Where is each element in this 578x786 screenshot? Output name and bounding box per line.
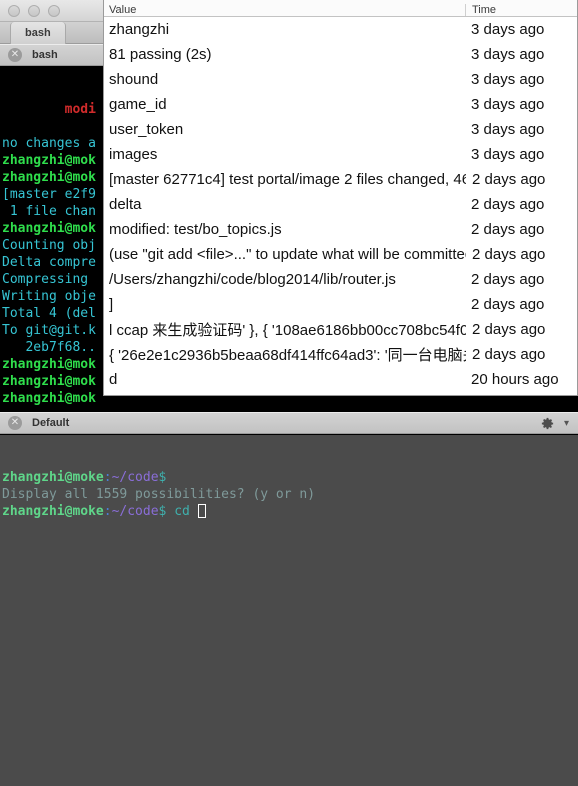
popup-row-value: [master 62771c4] test portal/image 2 fil… bbox=[109, 171, 466, 188]
popup-row-time: 3 days ago bbox=[471, 71, 545, 88]
prompt-colon: : bbox=[103, 470, 112, 485]
prompt-user: zhangzhi@moke bbox=[2, 470, 104, 485]
popup-row-value: images bbox=[109, 146, 158, 163]
popup-row-time: 2 days ago bbox=[471, 296, 545, 313]
close-icon[interactable]: ✕ bbox=[8, 48, 22, 62]
terminal-text: 1 file chan bbox=[2, 204, 96, 219]
popup-column-headers: Value Time bbox=[104, 0, 577, 17]
popup-row[interactable]: root@AY140122145815620396Z1 hour ago bbox=[104, 392, 577, 395]
popup-row-time: 2 days ago bbox=[471, 221, 545, 238]
popup-row-value: user_token bbox=[109, 121, 184, 138]
terminal-text: zhangzhi@mok bbox=[2, 153, 96, 168]
popup-row-value: l ccap 来生成验证码' }, { '108ae6186bb00cc708b… bbox=[109, 322, 466, 339]
close-window-button[interactable] bbox=[8, 5, 20, 17]
window-controls bbox=[8, 5, 60, 17]
popup-row-value: modified: test/bo_topics.js bbox=[109, 221, 282, 238]
terminal-text: 2eb7f68.. bbox=[2, 340, 96, 355]
popup-row-value: ] bbox=[109, 296, 114, 313]
prompt-path: ~/code bbox=[111, 504, 159, 519]
terminal-text: Display all 1559 possibilities? (y or n) bbox=[2, 487, 316, 502]
bottom-pane-title: Default bbox=[32, 417, 70, 429]
terminal-text: zhangzhi@mok bbox=[2, 374, 96, 389]
popup-row-time: 2 days ago bbox=[472, 321, 546, 338]
prompt-dollar: $ bbox=[158, 470, 167, 485]
popup-row-time: 3 days ago bbox=[471, 46, 545, 63]
column-header-value[interactable]: Value bbox=[104, 4, 465, 16]
popup-row[interactable]: zhangzhi 3 days ago bbox=[104, 17, 577, 42]
popup-row[interactable]: /Users/zhangzhi/code/blog2014/lib/router… bbox=[104, 267, 577, 292]
tab-bash-label: bash bbox=[25, 27, 51, 39]
terminal-text: modi bbox=[64, 102, 96, 117]
popup-row-value: (use "git add <file>..." to update what … bbox=[109, 246, 466, 263]
terminal-bottom-output: zhangzhi@moke:~/code$ Display all 1559 po… bbox=[0, 469, 578, 520]
terminal-text: To git@git.k bbox=[2, 323, 96, 338]
tab-bash[interactable]: bash bbox=[10, 22, 66, 44]
popup-row[interactable]: user_token 3 days ago bbox=[104, 117, 577, 142]
popup-row-time: 20 hours ago bbox=[471, 371, 559, 388]
popup-row-value: { '26e2e1c2936b5beaa68df414ffc64ad3': '同… bbox=[109, 347, 466, 364]
terminal-text: zhangzhi@mok bbox=[2, 357, 96, 372]
terminal-text: zhangzhi@mok bbox=[2, 170, 96, 185]
popup-row[interactable]: images 3 days ago bbox=[104, 142, 577, 167]
top-pane-title: bash bbox=[32, 49, 58, 61]
popup-row-value: shound bbox=[109, 71, 159, 88]
terminal-text: Writing obje bbox=[2, 289, 96, 304]
popup-row-time: 3 days ago bbox=[471, 121, 545, 138]
popup-row-time: 2 days ago bbox=[471, 196, 545, 213]
terminal-text: Total 4 (del bbox=[2, 306, 96, 321]
terminal-text: Compressing bbox=[2, 272, 96, 287]
prompt-user: zhangzhi@moke bbox=[2, 504, 104, 519]
history-popup[interactable]: Value Time zhangzhi 3 days ago 81 passing … bbox=[103, 0, 578, 396]
zoom-window-button[interactable] bbox=[48, 5, 60, 17]
prompt-command: cd bbox=[166, 504, 198, 519]
popup-row[interactable]: { '26e2e1c2936b5beaa68df414ffc64ad3': '同… bbox=[104, 342, 577, 367]
popup-row[interactable]: ] 2 days ago bbox=[104, 292, 577, 317]
popup-row-value: 81 passing (2s) bbox=[109, 46, 212, 63]
popup-row[interactable]: modified: test/bo_topics.js 2 days ago bbox=[104, 217, 577, 242]
terminal-output-line: zhangzhi@moke:~/code$ cd bbox=[0, 503, 578, 520]
minimize-window-button[interactable] bbox=[28, 5, 40, 17]
terminal-cursor bbox=[197, 504, 206, 518]
popup-row[interactable]: shound 3 days ago bbox=[104, 67, 577, 92]
terminal-text: zhangzhi@mok bbox=[2, 221, 96, 236]
gear-icon[interactable] bbox=[540, 416, 555, 431]
popup-row[interactable]: l ccap 来生成验证码' }, { '108ae6186bb00cc708b… bbox=[104, 317, 577, 342]
terminal-text: Delta compre bbox=[2, 255, 96, 270]
popup-row-list: zhangzhi 3 days ago 81 passing (2s) 3 days … bbox=[104, 17, 577, 395]
popup-row-time: 3 days ago bbox=[471, 146, 545, 163]
close-icon[interactable]: ✕ bbox=[8, 416, 22, 430]
bottom-pane-header: ✕ Default ▾ bbox=[0, 412, 578, 434]
popup-row-value: zhangzhi bbox=[109, 21, 170, 38]
popup-row-value: game_id bbox=[109, 96, 167, 113]
popup-row-value: delta bbox=[109, 196, 142, 213]
terminal-text: [master e2f9 bbox=[2, 187, 96, 202]
terminal-text: no changes a bbox=[2, 136, 96, 151]
pane-header-actions: ▾ bbox=[540, 416, 569, 431]
popup-row-time: 3 days ago bbox=[471, 96, 545, 113]
popup-row-value: /Users/zhangzhi/code/blog2014/lib/router… bbox=[109, 271, 396, 288]
popup-row[interactable]: d 20 hours ago bbox=[104, 367, 577, 392]
popup-row-time: 2 days ago bbox=[471, 271, 545, 288]
popup-row[interactable]: (use "git add <file>..." to update what … bbox=[104, 242, 577, 267]
terminal-output-line: zhangzhi@moke:~/code$ bbox=[0, 469, 578, 486]
chevron-down-icon[interactable]: ▾ bbox=[564, 418, 569, 429]
popup-row-time: 2 days ago bbox=[472, 246, 546, 263]
popup-row[interactable]: [master 62771c4] test portal/image 2 fil… bbox=[104, 167, 577, 192]
popup-row[interactable]: game_id 3 days ago bbox=[104, 92, 577, 117]
popup-row[interactable]: delta 2 days ago bbox=[104, 192, 577, 217]
popup-row-value: d bbox=[109, 371, 118, 388]
terminal-bottom[interactable]: zhangzhi@moke:~/code$ Display all 1559 po… bbox=[0, 435, 578, 786]
popup-row-time: 2 days ago bbox=[472, 171, 546, 188]
app-window: bash ✕ bash modi no changes a zhangzhi@mo… bbox=[0, 0, 578, 786]
prompt-colon: : bbox=[103, 504, 112, 519]
terminal-output-line: Display all 1559 possibilities? (y or n) bbox=[0, 486, 578, 503]
popup-row[interactable]: 81 passing (2s) 3 days ago bbox=[104, 42, 577, 67]
column-header-time[interactable]: Time bbox=[465, 4, 577, 16]
terminal-text: Counting obj bbox=[2, 238, 96, 253]
terminal-text: zhangzhi@mok bbox=[2, 391, 96, 406]
prompt-path: ~/code bbox=[111, 470, 159, 485]
popup-row-time: 2 days ago bbox=[472, 346, 546, 363]
popup-row-time: 3 days ago bbox=[471, 21, 545, 38]
